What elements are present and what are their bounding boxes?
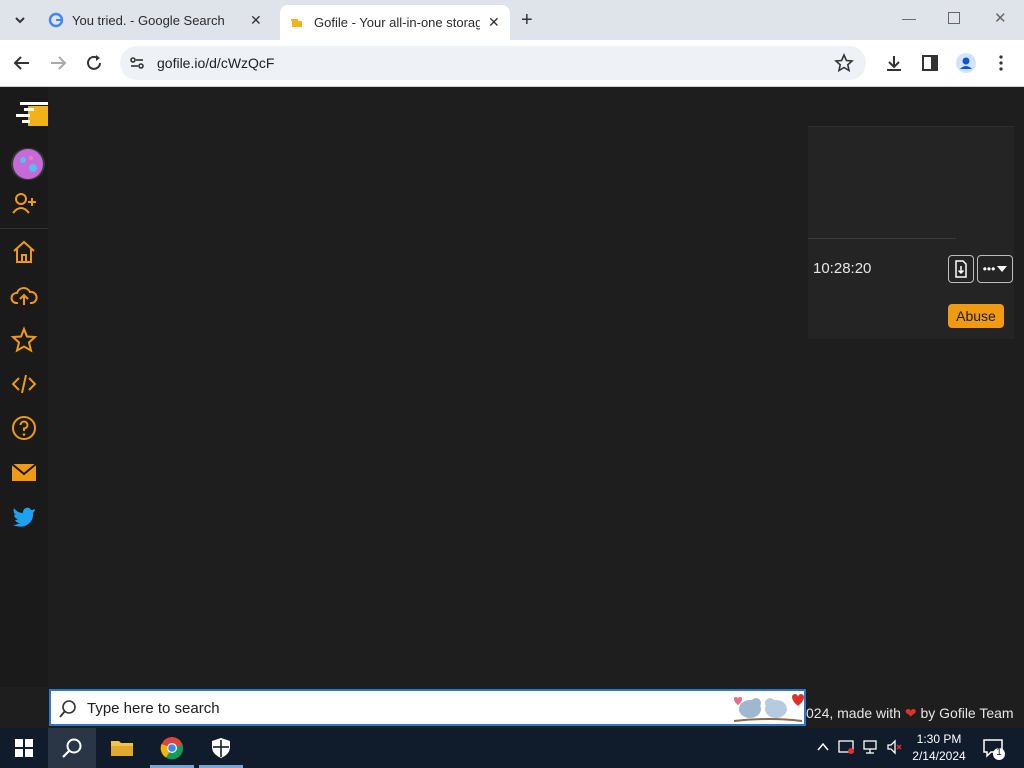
- taskbar-clock-time[interactable]: 1:30 PM: [904, 732, 974, 746]
- gofile-favicon-icon: [291, 18, 302, 27]
- search-highlight-birds-icon: [730, 691, 804, 725]
- avatar[interactable]: [11, 148, 45, 180]
- chevron-down-icon: [15, 17, 25, 24]
- tab-close-icon[interactable]: ✕: [250, 12, 262, 29]
- minimize-icon[interactable]: —: [902, 10, 916, 26]
- google-g-icon: [48, 12, 64, 28]
- add-user-icon[interactable]: [10, 190, 38, 218]
- back-button[interactable]: [12, 54, 32, 72]
- windows-logo-icon: [15, 739, 33, 757]
- side-panel-icon[interactable]: [920, 53, 940, 73]
- restore-icon[interactable]: [948, 12, 960, 24]
- forward-button[interactable]: [48, 54, 68, 72]
- file-upload-time: 10:28:20: [813, 260, 872, 277]
- star-icon[interactable]: [10, 326, 38, 354]
- twitter-icon[interactable]: [10, 502, 38, 530]
- close-window-icon[interactable]: ✕: [994, 9, 1007, 27]
- update-status-icon[interactable]: [838, 739, 856, 755]
- tab-title: Gofile - Your all-in-one storage: [314, 15, 480, 30]
- tab-search-button[interactable]: [10, 10, 30, 30]
- more-dots-label: •••: [982, 262, 996, 276]
- notification-count-badge: 1: [996, 747, 1002, 758]
- taskbar-search-button[interactable]: [48, 728, 96, 768]
- taskbar-clock-date[interactable]: 2/14/2024: [904, 749, 974, 763]
- file-explorer-button[interactable]: [98, 728, 146, 768]
- downloads-icon[interactable]: [884, 53, 904, 73]
- caret-down-icon: [997, 266, 1008, 272]
- reload-icon: [87, 55, 101, 70]
- more-options-button[interactable]: •••: [977, 255, 1013, 283]
- download-file-button[interactable]: [948, 255, 974, 283]
- search-icon: [62, 738, 82, 758]
- tab-gofile[interactable]: Gofile - Your all-in-one storage ✕: [280, 5, 510, 40]
- tab-close-icon[interactable]: ✕: [488, 14, 500, 31]
- search-placeholder: Type here to search: [87, 700, 220, 717]
- tab-google-search[interactable]: You tried. - Google Search ✕: [40, 0, 272, 40]
- url-text[interactable]: gofile.io/d/cWzQcF: [157, 55, 274, 71]
- sidebar-divider: [0, 228, 48, 229]
- gofile-logo-icon[interactable]: [14, 96, 48, 128]
- arrow-right-icon: [51, 56, 67, 70]
- site-info-icon[interactable]: [128, 54, 146, 72]
- card-divider: [808, 238, 956, 239]
- help-icon[interactable]: [10, 414, 38, 442]
- footer-credit: 024, made with ❤ by Gofile Team: [806, 705, 1014, 722]
- mail-icon[interactable]: [10, 458, 38, 486]
- network-icon[interactable]: [862, 739, 880, 755]
- reload-button[interactable]: [84, 53, 104, 73]
- code-icon[interactable]: [10, 370, 38, 398]
- heart-icon: ❤: [904, 705, 917, 721]
- profile-icon[interactable]: [955, 52, 977, 74]
- shield-icon: [212, 738, 230, 758]
- tab-title: You tried. - Google Search: [72, 12, 225, 28]
- security-taskbar-button[interactable]: [197, 728, 245, 768]
- footer-text-before: 024, made with: [806, 705, 901, 721]
- arrow-left-icon: [13, 56, 29, 70]
- bookmark-star-icon[interactable]: [834, 53, 854, 73]
- report-abuse-button[interactable]: Abuse: [948, 304, 1004, 328]
- kebab-menu-icon[interactable]: [998, 54, 1004, 72]
- chrome-icon: [160, 737, 184, 760]
- file-download-icon: [955, 260, 967, 278]
- show-hidden-icons-icon[interactable]: [816, 740, 830, 754]
- start-button[interactable]: [0, 728, 48, 768]
- upload-cloud-icon[interactable]: [10, 282, 38, 310]
- chrome-taskbar-button[interactable]: [148, 728, 196, 768]
- volume-muted-icon[interactable]: [886, 739, 904, 755]
- folder-icon: [111, 741, 133, 756]
- search-magnifier-icon: [58, 699, 78, 719]
- new-tab-icon[interactable]: +: [521, 9, 533, 32]
- home-icon[interactable]: [10, 238, 38, 266]
- footer-text-after: by Gofile Team: [920, 705, 1014, 721]
